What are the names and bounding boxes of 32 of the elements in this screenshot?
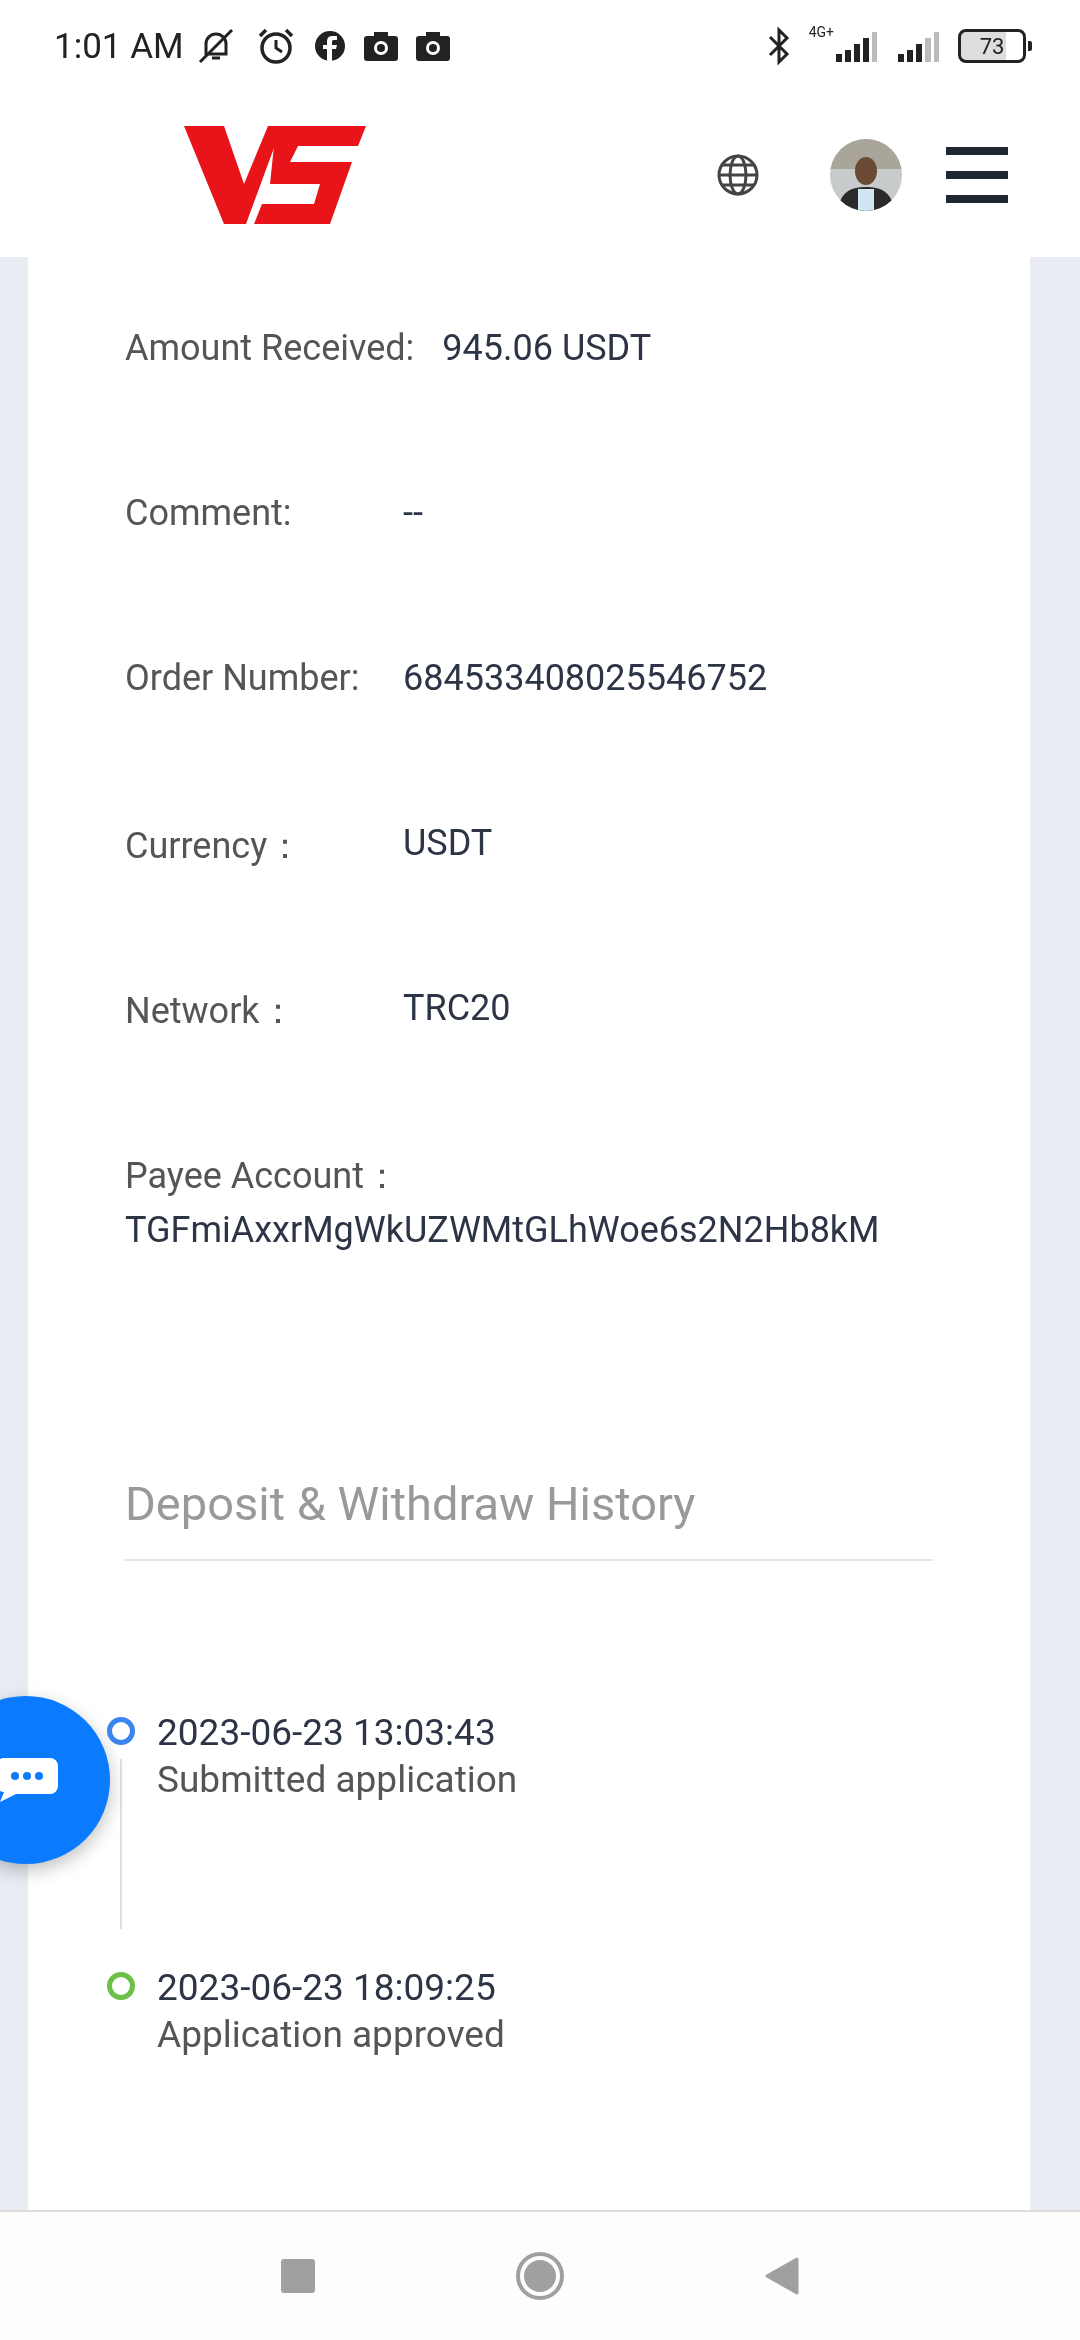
- field-value: 945.06 USDT: [442, 327, 652, 369]
- back-icon[interactable]: [765, 2257, 799, 2295]
- field-value: 684533408025546752: [403, 657, 768, 699]
- menu-icon[interactable]: [946, 146, 1008, 203]
- field-label: Comment:: [125, 492, 293, 534]
- field-label: Payee Account：: [125, 1154, 401, 1199]
- field-label: Currency：: [125, 824, 305, 869]
- field-label: Order Number:: [125, 657, 361, 699]
- clock-time: 1:01 AM: [54, 25, 184, 67]
- network-type: 4G+: [808, 24, 834, 40]
- field-value: TGFmiAxxrMgWkUZWMtGLhWoe6s2N2Hb8kM: [125, 1209, 881, 1251]
- home-icon[interactable]: [515, 2251, 565, 2301]
- bluetooth-icon: [766, 26, 791, 66]
- field-label: Amount Received:: [125, 327, 415, 369]
- field-value: --: [403, 492, 423, 534]
- event-description: Submitted application: [157, 1758, 518, 1801]
- camera-icon: [415, 31, 450, 61]
- event-description: Application approved: [157, 2013, 505, 2056]
- field-value: USDT: [403, 822, 493, 864]
- event-time: 2023-06-23 18:09:25: [157, 1966, 497, 2009]
- chat-bubble-icon: [0, 1756, 58, 1804]
- camera-icon: [363, 31, 398, 61]
- globe-icon[interactable]: [716, 152, 760, 197]
- section-title: Deposit & Withdraw History: [125, 1476, 933, 1561]
- facebook-icon: [313, 30, 346, 62]
- logo-icon[interactable]: [184, 123, 366, 226]
- field-label: Network：: [125, 989, 297, 1034]
- field-value: TRC20: [403, 987, 511, 1029]
- event-time: 2023-06-23 13:03:43: [157, 1711, 497, 1754]
- signal-icon: [834, 30, 878, 62]
- battery-icon: 73: [958, 29, 1026, 63]
- signal-icon: [896, 30, 940, 62]
